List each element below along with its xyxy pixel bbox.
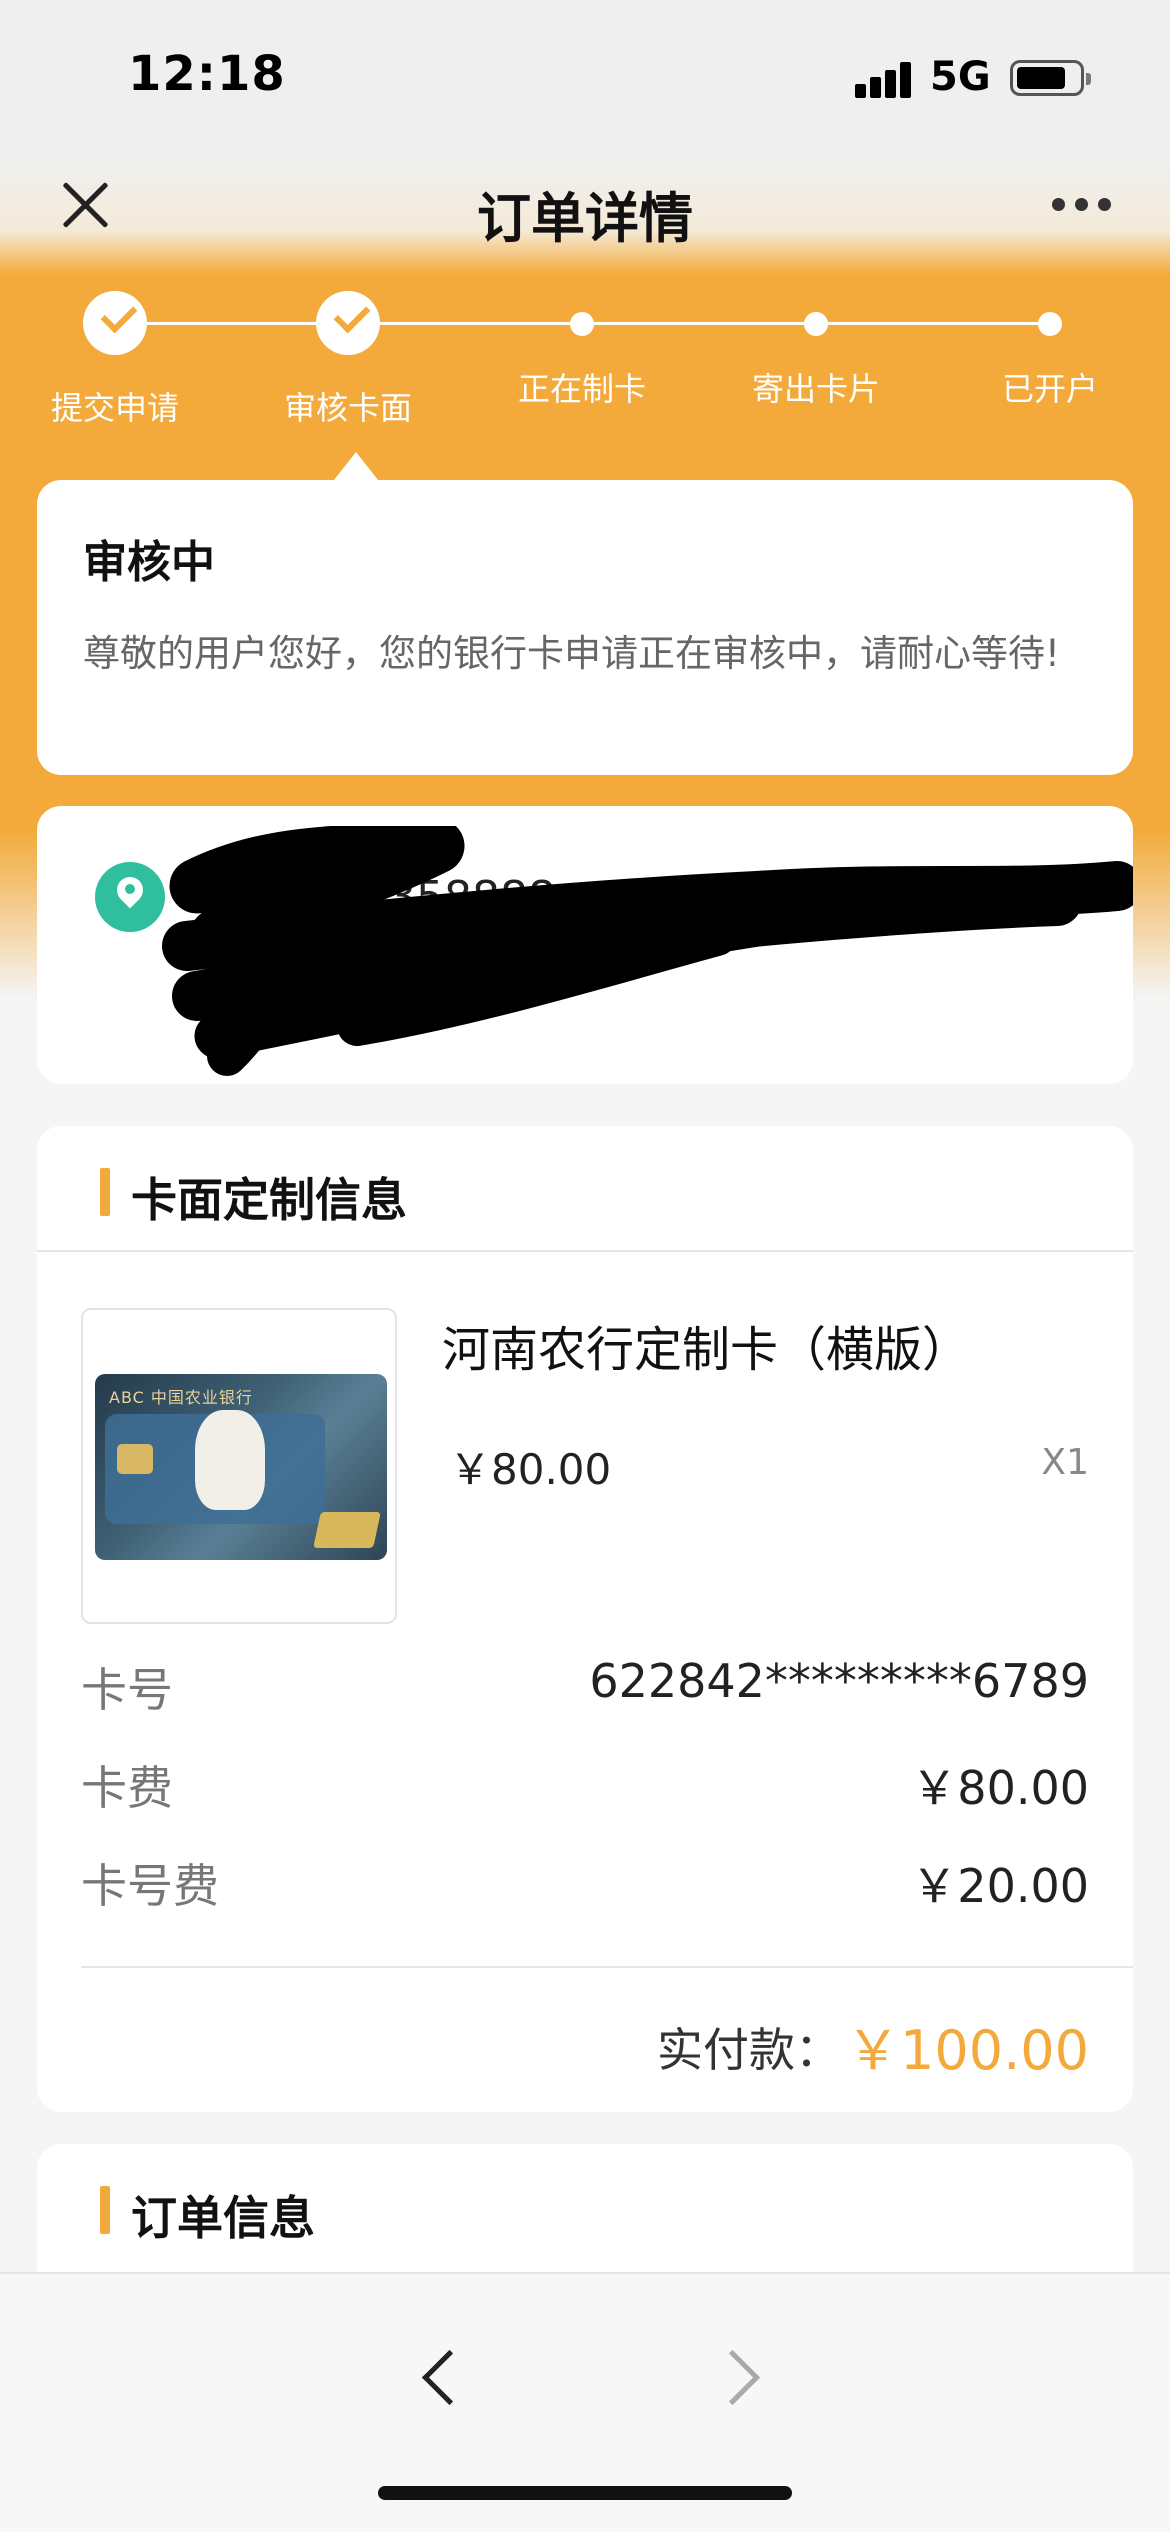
dog-shape bbox=[195, 1410, 265, 1510]
step-dot-icon bbox=[804, 312, 828, 336]
number-fee-label: 卡号费 bbox=[81, 1859, 219, 1913]
more-icon[interactable] bbox=[1052, 198, 1112, 214]
product-name: 河南农行定制卡（横版） bbox=[442, 1322, 971, 1378]
status-title: 审核中 bbox=[83, 537, 215, 588]
page-title: 订单详情 bbox=[477, 187, 693, 250]
redaction-scribble bbox=[162, 826, 1133, 1076]
card-number-label: 卡号 bbox=[81, 1663, 173, 1717]
section-title: 订单信息 bbox=[131, 2191, 315, 2245]
card-face-image: ABC 中国农业银行 bbox=[95, 1374, 387, 1560]
section-accent-bar bbox=[100, 2186, 110, 2234]
card-thumbnail[interactable]: ABC 中国农业银行 bbox=[81, 1308, 397, 1624]
order-detail-page: 12:18 5G 订单详情 提交申请 审核卡面 正在制卡 寄出卡片 已开户 审核… bbox=[0, 0, 1170, 2532]
product-quantity: X1 bbox=[1041, 1442, 1089, 1483]
address-card[interactable]: 张** 130358888 河南省郑州市驿城区 bbox=[37, 806, 1133, 1084]
step-submit: 提交申请 bbox=[15, 285, 215, 429]
divider bbox=[81, 1966, 1133, 1968]
card-fee-label: 卡费 bbox=[81, 1761, 173, 1815]
card-fee-value: ￥80.00 bbox=[911, 1761, 1089, 1815]
step-label: 审核卡面 bbox=[283, 389, 412, 427]
section-accent-bar bbox=[100, 1168, 110, 1216]
chip-icon bbox=[117, 1444, 153, 1474]
back-arrow-icon[interactable] bbox=[410, 2344, 470, 2414]
check-icon bbox=[83, 291, 147, 355]
step-dot-icon bbox=[570, 312, 594, 336]
home-indicator[interactable] bbox=[378, 2486, 792, 2500]
step-label: 已开户 bbox=[1001, 370, 1098, 408]
location-icon bbox=[95, 862, 165, 932]
section-header: 卡面定制信息 bbox=[37, 1126, 1133, 1252]
nav-bar: 订单详情 bbox=[0, 150, 1170, 270]
product-price: ￥80.00 bbox=[449, 1445, 612, 1494]
card-fee-row: 卡费 ￥80.00 bbox=[81, 1752, 1089, 1815]
signal-icon bbox=[855, 58, 915, 98]
bank-logo: ABC 中国农业银行 bbox=[109, 1388, 253, 1407]
status-description: 尊敬的用户您好，您的银行卡申请正在审核中，请耐心等待! bbox=[83, 632, 1060, 675]
section-header: 订单信息 bbox=[37, 2144, 1133, 2270]
unionpay-logo bbox=[313, 1512, 381, 1548]
step-pointer bbox=[334, 452, 378, 480]
order-info-card: 订单信息 bbox=[37, 2144, 1133, 2284]
card-number-row: 卡号 622842*********6789 bbox=[81, 1654, 1089, 1717]
check-icon bbox=[316, 291, 380, 355]
status-card: 审核中 尊敬的用户您好，您的银行卡申请正在审核中，请耐心等待! bbox=[37, 480, 1133, 775]
step-shipping: 寄出卡片 bbox=[716, 285, 916, 410]
step-label: 正在制卡 bbox=[517, 370, 646, 408]
total-value: ￥100.00 bbox=[846, 2019, 1089, 2082]
number-fee-value: ￥20.00 bbox=[911, 1859, 1089, 1913]
step-dot-icon bbox=[1038, 312, 1062, 336]
step-making: 正在制卡 bbox=[482, 285, 682, 410]
network-label: 5G bbox=[930, 54, 991, 100]
number-fee-row: 卡号费 ￥20.00 bbox=[81, 1850, 1089, 1913]
forward-arrow-icon bbox=[705, 2344, 765, 2414]
status-bar: 12:18 5G bbox=[0, 0, 1170, 150]
step-opened: 已开户 bbox=[950, 285, 1150, 410]
section-title: 卡面定制信息 bbox=[131, 1173, 407, 1227]
battery-icon bbox=[1010, 60, 1091, 96]
progress-steps: 提交申请 审核卡面 正在制卡 寄出卡片 已开户 bbox=[0, 285, 1170, 485]
status-time: 12:18 bbox=[128, 46, 286, 102]
step-label: 寄出卡片 bbox=[751, 370, 880, 408]
step-label: 提交申请 bbox=[50, 389, 179, 427]
card-custom-info: 卡面定制信息 ABC 中国农业银行 河南农行定制卡（横版） ￥80.00 X1 … bbox=[37, 1126, 1133, 2112]
step-review: 审核卡面 bbox=[248, 285, 448, 429]
card-number-value: 622842*********6789 bbox=[589, 1654, 1089, 1708]
total-label: 实付款： bbox=[657, 2023, 841, 2077]
